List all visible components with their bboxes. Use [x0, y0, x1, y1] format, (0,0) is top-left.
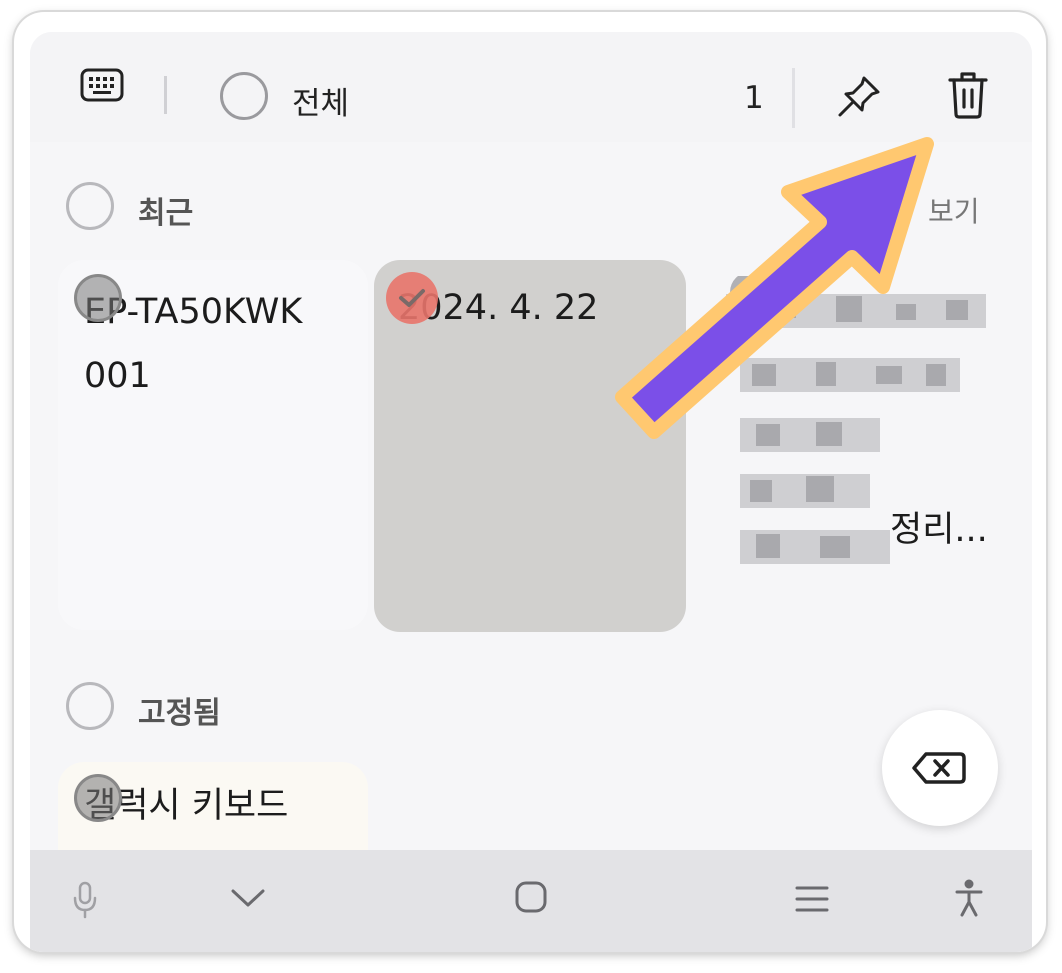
window-frame: 전체 1 최근 보기 EP-TA50KWK 001 2024. 4. 22 정리… — [14, 12, 1046, 952]
annotation-arrow — [615, 137, 934, 439]
